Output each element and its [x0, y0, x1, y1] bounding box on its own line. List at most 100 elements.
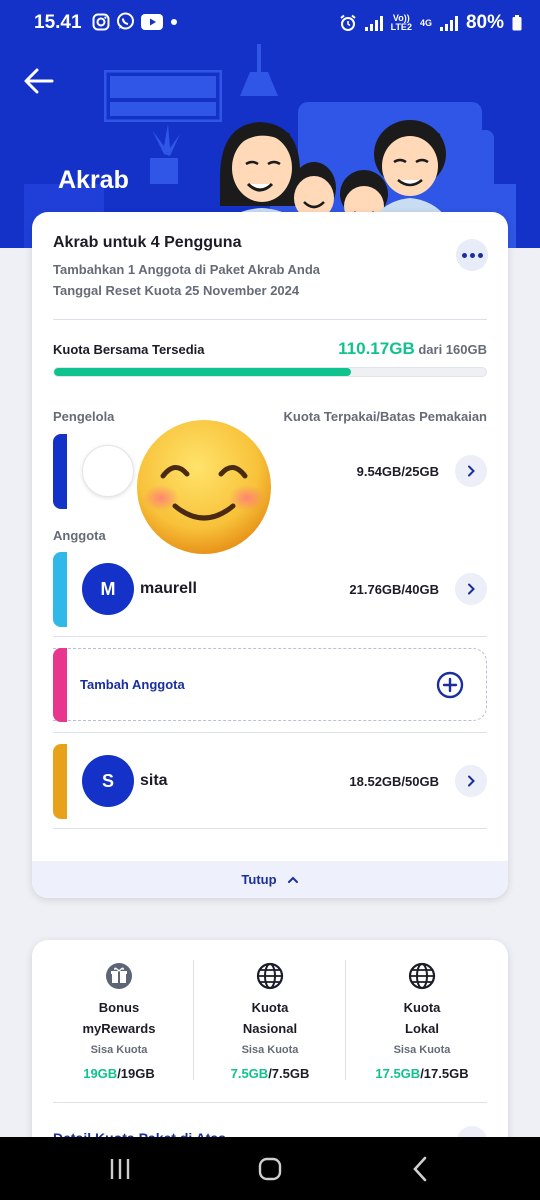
remaining-label: Sisa Kuota — [241, 1044, 299, 1056]
add-member-label: Tambah Anggota — [80, 677, 185, 692]
member-row[interactable]: M maurell 21.76GB/40GB — [53, 552, 487, 627]
member-color-bar — [53, 552, 67, 627]
quota-title: Kuota Nasional — [195, 997, 345, 1039]
quota-title: Kuota Lokal — [347, 997, 497, 1039]
divider — [53, 732, 487, 733]
divider — [53, 828, 487, 829]
divider — [53, 1102, 487, 1103]
quota-column[interactable]: Kuota Lokal Sisa Kuota 17.5GB/17.5GB — [347, 940, 497, 1100]
signal-icon-2 — [439, 15, 458, 31]
member-usage: 21.76GB/40GB — [349, 582, 439, 597]
quota-progress-bar — [53, 367, 487, 377]
net-bottom-text: LTE2 — [390, 22, 412, 32]
net-type: 4G — [419, 17, 432, 28]
back-arrow-icon[interactable] — [22, 64, 56, 98]
quota-remaining: 19GB — [83, 1066, 118, 1081]
quota-available: 110.17GB — [338, 339, 415, 358]
add-member-button[interactable]: Tambah Anggota — [53, 648, 487, 722]
members-section-label: Anggota — [53, 528, 106, 543]
quota-title-line: Kuota — [403, 1000, 441, 1015]
member-name: maurell — [140, 580, 197, 597]
signal-icon — [364, 15, 383, 31]
add-circle-icon — [436, 671, 464, 699]
wall-frame-illustration — [104, 70, 222, 122]
usage-column-label: Kuota Terpakai/Batas Pemakaian — [283, 409, 487, 424]
system-navigation-bar — [0, 1137, 540, 1200]
status-bar: 15.41 Vo)) LTE2 4G 80% — [0, 0, 540, 46]
quota-total: dari 160GB — [418, 342, 487, 357]
quota-column[interactable]: Bonus myRewards Sisa Kuota 19GB/19GB — [44, 940, 194, 1100]
home-icon[interactable] — [255, 1155, 285, 1183]
quota-total: /7.5GB — [268, 1066, 310, 1081]
plant-illustration — [150, 124, 180, 184]
member-name: sita — [140, 772, 168, 789]
collapse-label: Tutup — [241, 872, 277, 887]
remaining-label: Sisa Kuota — [90, 1044, 148, 1056]
instagram-icon — [92, 13, 110, 30]
quota-summary-card: Bonus myRewards Sisa Kuota 19GB/19GB Kuot… — [32, 940, 508, 1160]
divider — [53, 636, 487, 637]
chevron-right-icon — [468, 583, 475, 595]
alarm-icon — [339, 14, 356, 31]
recent-apps-icon[interactable] — [105, 1155, 135, 1183]
gift-icon — [106, 963, 132, 989]
shared-quota-label: Kuota Bersama Tersedia — [53, 342, 205, 357]
globe-icon — [408, 962, 436, 990]
quota-title-line: Kuota — [251, 1000, 289, 1015]
manager-detail-button[interactable] — [455, 455, 487, 487]
column-divider — [193, 960, 194, 1080]
quota-progress-fill — [54, 368, 352, 376]
quota-amount: 7.5GB/7.5GB — [195, 1066, 345, 1081]
member-color-bar — [53, 434, 67, 509]
member-usage: 18.52GB/50GB — [349, 774, 439, 789]
remaining-label: Sisa Kuota — [393, 1044, 451, 1056]
member-color-bar — [53, 744, 67, 819]
status-time: 15.41 — [34, 12, 82, 33]
add-member-color-bar — [53, 648, 67, 722]
quota-amount: 17.5GB/17.5GB — [347, 1066, 497, 1081]
quota-title: Bonus myRewards — [44, 997, 194, 1039]
plan-title: Akrab untuk 4 Pengguna — [53, 234, 242, 251]
member-avatar: M — [82, 563, 134, 615]
shared-quota-value: 110.17GB dari 160GB — [338, 339, 487, 359]
dot-icon — [171, 18, 177, 25]
battery-percent: 80% — [465, 12, 504, 33]
smiling-face-emoji-overlay — [137, 420, 271, 554]
quota-total: /19GB — [117, 1066, 155, 1081]
whatsapp-icon — [117, 12, 134, 30]
plan-subtitle: Tambahkan 1 Anggota di Paket Akrab Anda — [53, 262, 321, 277]
column-divider — [345, 960, 346, 1080]
manager-usage: 9.54GB/25GB — [356, 464, 439, 479]
battery-icon — [512, 15, 522, 31]
manager-column-label: Pengelola — [53, 409, 115, 424]
quota-title-line: Bonus — [98, 1000, 140, 1015]
back-icon[interactable] — [405, 1155, 435, 1183]
youtube-icon — [141, 13, 163, 30]
page-title: Akrab — [58, 166, 129, 194]
system-icons: Vo)) LTE2 4G 80% — [339, 12, 522, 34]
chevron-right-icon — [468, 775, 475, 787]
reset-date: Tanggal Reset Kuota 25 November 2024 — [53, 283, 300, 298]
quota-amount: 19GB/19GB — [44, 1066, 194, 1081]
collapse-button[interactable]: Tutup — [32, 861, 508, 898]
member-row[interactable]: S sita 18.52GB/50GB — [53, 744, 487, 819]
chevron-right-icon — [468, 465, 475, 477]
quota-total: /17.5GB — [420, 1066, 469, 1081]
manager-avatar — [82, 445, 134, 497]
globe-icon — [256, 962, 284, 990]
divider — [53, 319, 487, 320]
lamp-illustration — [240, 44, 278, 96]
notification-icons — [92, 12, 179, 31]
more-options-button[interactable] — [456, 239, 488, 271]
quota-remaining: 7.5GB — [230, 1066, 269, 1081]
member-detail-button[interactable] — [455, 573, 487, 605]
network-label: Vo)) LTE2 — [391, 14, 412, 32]
chevron-up-icon — [287, 876, 298, 883]
quota-title-line: Nasional — [242, 1021, 298, 1036]
quota-title-line: myRewards — [82, 1021, 156, 1036]
quota-title-line: Lokal — [405, 1021, 439, 1036]
member-detail-button[interactable] — [455, 765, 487, 797]
member-avatar: S — [82, 755, 134, 807]
quota-column[interactable]: Kuota Nasional Sisa Kuota 7.5GB/7.5GB — [195, 940, 345, 1100]
quota-remaining: 17.5GB — [375, 1066, 421, 1081]
